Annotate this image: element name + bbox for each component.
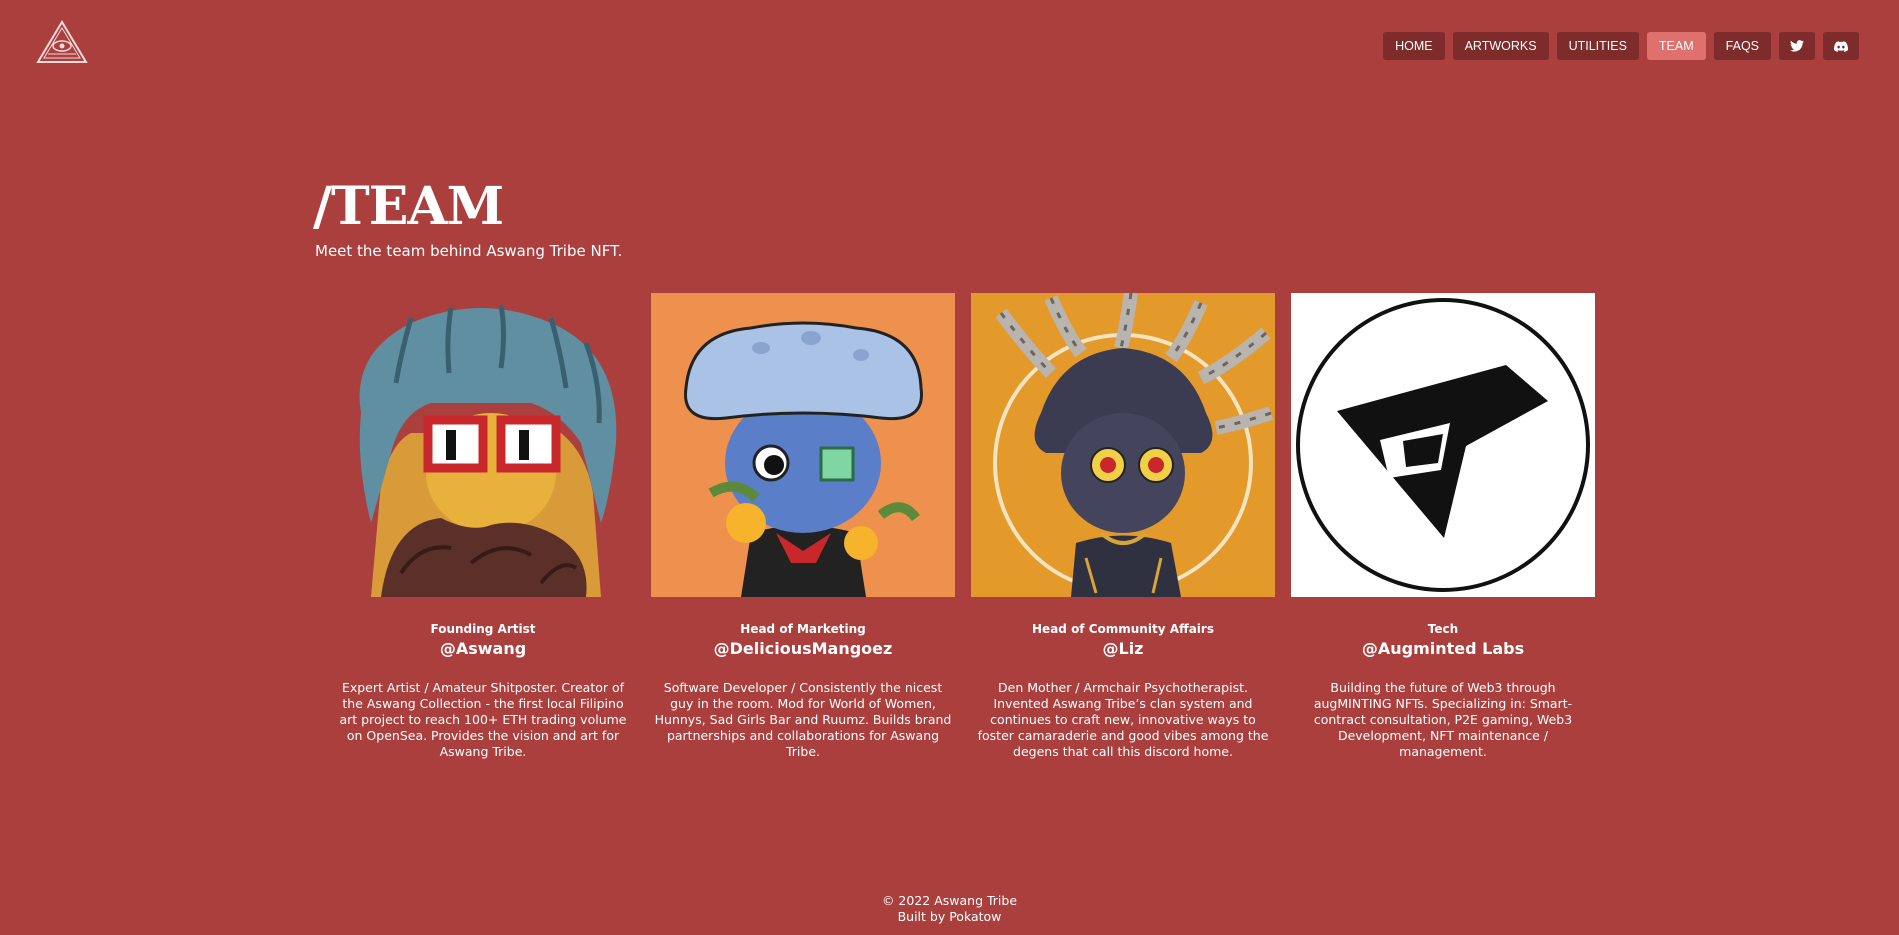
- footer-copyright: © 2022 Aswang Tribe: [881, 893, 1018, 908]
- twitter-icon: [1790, 40, 1804, 52]
- team-handle: @Augminted Labs: [1361, 639, 1525, 658]
- team-role: Founding Artist: [430, 622, 536, 636]
- page-subtitle: Meet the team behind Aswang Tribe NFT.: [315, 242, 623, 260]
- team-card: Tech @Augminted Labs Building the future…: [1291, 293, 1595, 760]
- team-role: Head of Marketing: [740, 622, 866, 636]
- main-nav: HOME ARTWORKS UTILITIES TEAM FAQS: [1383, 32, 1859, 60]
- nav-team[interactable]: TEAM: [1646, 32, 1706, 60]
- team-description: Expert Artist / Amateur Shitposter. Crea…: [339, 680, 627, 759]
- team-description: Den Mother / Armchair Psychotherapist. I…: [977, 680, 1269, 759]
- augminted-logo-icon: [1291, 293, 1595, 597]
- cat-mushroom-avatar-icon: [651, 293, 955, 597]
- team-card: Head of Marketing @DeliciousMangoez Soft…: [651, 293, 955, 760]
- page-title: /TEAM: [313, 176, 504, 237]
- team-handle: @Liz: [1102, 639, 1144, 658]
- team-card: Founding Artist @Aswang Expert Artist / …: [331, 293, 635, 760]
- team-description: Building the future of Web3 through augM…: [1313, 680, 1573, 759]
- team-handle: @Aswang: [439, 639, 527, 658]
- discord-button[interactable]: [1823, 32, 1859, 60]
- team-handle: @DeliciousMangoez: [713, 639, 893, 658]
- twitter-button[interactable]: [1779, 32, 1815, 60]
- team-role: Head of Community Affairs: [1032, 622, 1214, 636]
- nav-faqs[interactable]: FAQS: [1713, 32, 1771, 60]
- discord-icon: [1834, 40, 1848, 52]
- team-role: Tech: [1427, 622, 1459, 636]
- nav-home[interactable]: HOME: [1383, 32, 1445, 60]
- all-seeing-eye-pyramid-icon: [36, 20, 88, 63]
- team-description: Software Developer / Consistently the ni…: [654, 680, 952, 759]
- team-card: Head of Community Affairs @Liz Den Mothe…: [971, 293, 1275, 760]
- aswang-avatar-icon: [331, 293, 635, 597]
- team-grid: Founding Artist @Aswang Expert Artist / …: [331, 293, 1595, 760]
- tentacle-head-avatar-icon: [971, 293, 1275, 597]
- nav-artworks[interactable]: ARTWORKS: [1452, 32, 1549, 60]
- site-footer: © 2022 Aswang Tribe Built by Pokatow: [0, 893, 1899, 925]
- nav-utilities[interactable]: UTILITIES: [1556, 32, 1639, 60]
- site-logo[interactable]: [36, 20, 88, 64]
- footer-credit: Built by Pokatow: [897, 909, 1002, 924]
